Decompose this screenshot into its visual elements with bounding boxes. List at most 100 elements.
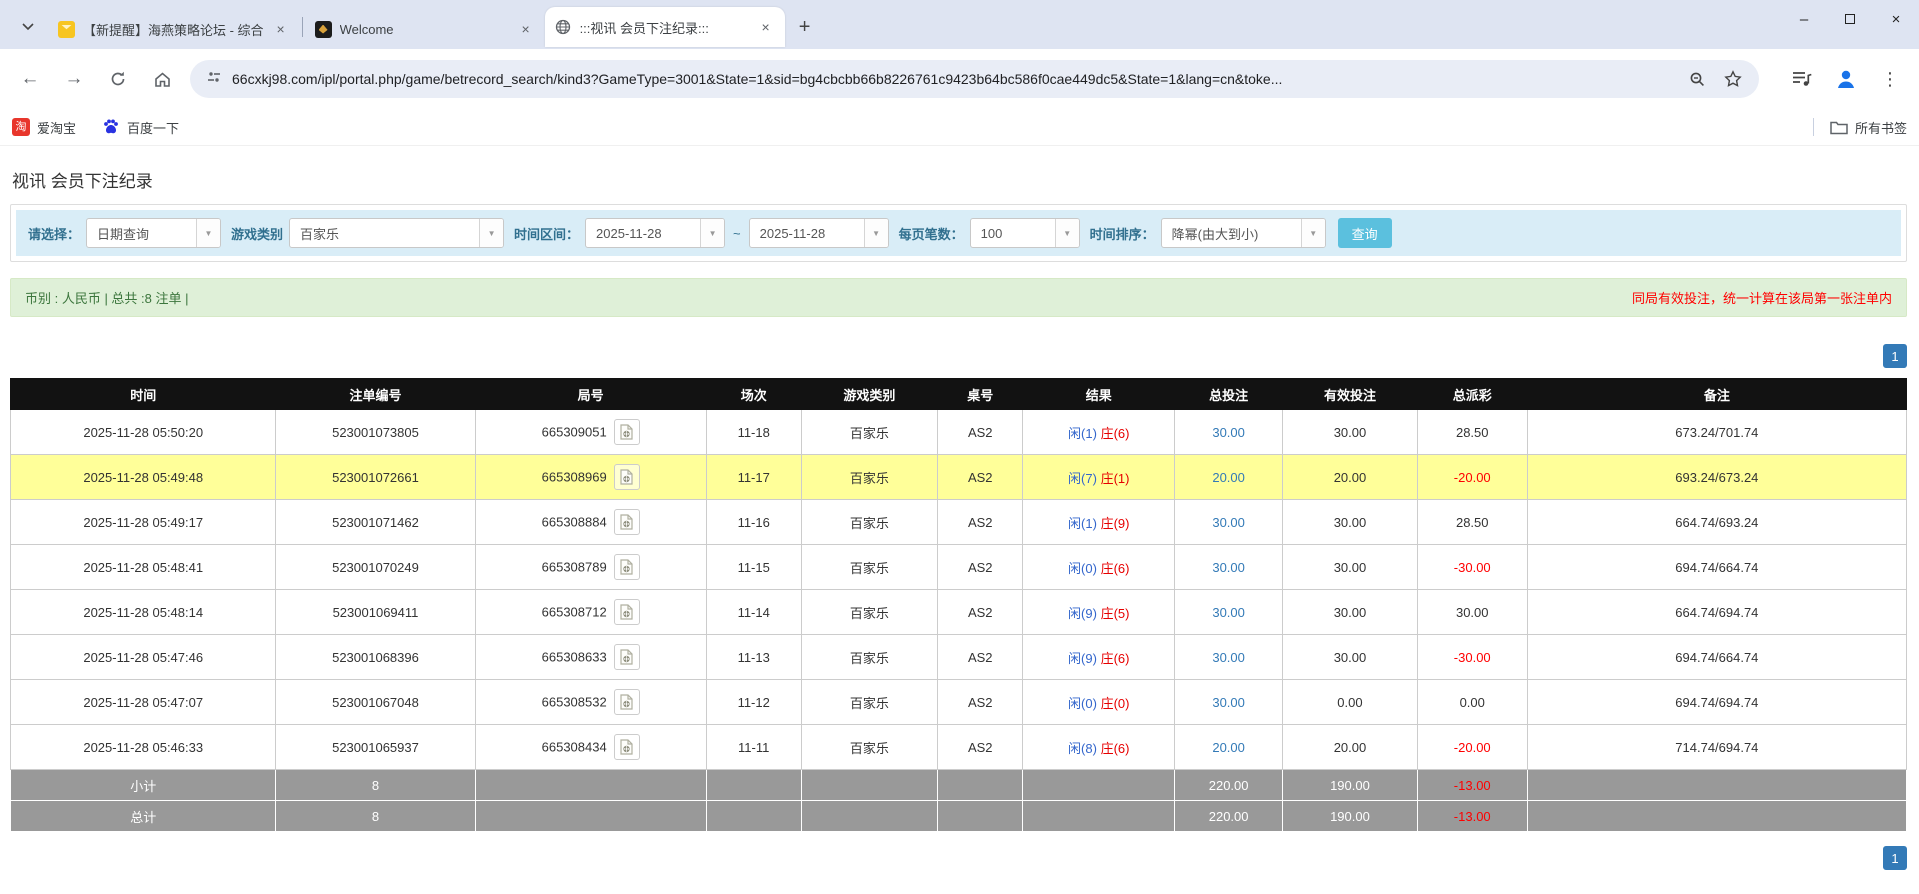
summary-bar: 币别 : 人民币 | 总共 :8 注单 | 同局有效投注，统一计算在该局第一张注… [10,278,1907,317]
bet-records-table: 时间 注单编号 局号 场次 游戏类别 桌号 结果 总投注 有效投注 总派彩 备注… [9,378,1908,832]
reload-icon[interactable] [102,63,134,95]
video-replay-icon[interactable] [613,689,640,715]
round-id: 665308633 [541,649,607,665]
chevron-down-icon: ▼ [863,219,888,247]
bookmark-baidu[interactable]: 百度一下 [102,118,179,137]
home-icon[interactable] [146,63,178,95]
video-replay-icon[interactable] [613,599,640,625]
total-bet-link[interactable]: 30.00 [1174,499,1284,545]
tab-search-chevron-icon[interactable] [14,13,42,41]
kebab-menu-icon[interactable]: ⋮ [1875,64,1905,94]
video-replay-icon[interactable] [613,419,640,445]
per-page-label: 每页笔数： [898,226,964,242]
round-id: 665308789 [541,559,607,575]
total-bet-link[interactable]: 30.00 [1174,544,1284,590]
tab-close-icon[interactable]: × [517,20,535,38]
pagination-bottom: 1 [10,846,1907,870]
tab-welcome[interactable]: Welcome × [305,11,545,47]
site-info-icon[interactable] [206,69,222,90]
result-banker: 庄(1) [1100,470,1130,486]
cell-note: 664.74/694.74 [1526,589,1908,635]
url-text[interactable]: 66cxkj98.com/ipl/portal.php/game/betreco… [232,71,1675,87]
total-bet-link[interactable]: 20.00 [1174,454,1284,500]
cell-valid-bet: 0.00 [1282,679,1418,725]
game-type-select[interactable]: 百家乐 ▼ [289,218,505,248]
cell-game-type: 百家乐 [800,589,939,635]
cell-round-id: 665308969 [474,454,707,500]
search-button[interactable]: 查询 [1337,218,1392,248]
video-replay-icon[interactable] [613,644,640,670]
cell-round-id: 665309051 [474,409,707,455]
tab-title: :::视讯 会员下注纪录::: [579,20,709,36]
close-button[interactable]: × [1873,0,1919,38]
tab-separator [301,17,303,37]
video-replay-icon[interactable] [613,464,640,490]
address-bar[interactable]: 66cxkj98.com/ipl/portal.php/game/betreco… [190,60,1759,98]
total-bet-link[interactable]: 30.00 [1174,679,1284,725]
time-range-label: 时间区间： [514,226,580,242]
page-1-button[interactable]: 1 [1883,846,1907,870]
minimize-button[interactable]: – [1781,0,1827,38]
total-bet-link[interactable]: 20.00 [1174,724,1284,770]
video-replay-icon[interactable] [613,509,640,535]
query-type-label: 请选择： [28,226,81,242]
video-replay-icon[interactable] [613,554,640,580]
header-game-type: 游戏类别 [800,378,939,410]
video-replay-icon[interactable] [613,734,640,760]
cell-round-id: 665308532 [474,679,707,725]
tab-close-icon[interactable]: × [272,20,290,38]
baidu-paw-icon [102,118,120,136]
bookmark-star-icon[interactable] [1719,65,1747,93]
page-1-button[interactable]: 1 [1883,344,1907,368]
chevron-down-icon: ▼ [479,219,504,247]
total-bet-link[interactable]: 30.00 [1174,634,1284,680]
bookmark-taobao[interactable]: 淘 爱淘宝 [12,118,76,137]
round-id: 665308969 [541,469,607,485]
window-controls: – × [1781,0,1919,38]
back-icon[interactable]: ← [14,63,46,95]
zoom-icon[interactable] [1683,65,1711,93]
cell-time: 2025-11-28 05:48:14 [9,589,277,635]
cell-session: 11-16 [705,499,802,545]
cell-result: 闲(1) 庄(6) [1022,409,1176,455]
cell-note: 664.74/693.24 [1526,499,1908,545]
result-banker: 庄(6) [1100,560,1130,576]
result-player: 闲(1) [1068,425,1097,441]
tab-forum[interactable]: 【新提醒】海燕策略论坛 - 综合 × [48,11,300,47]
total-count: 8 [275,800,476,832]
date-to-select[interactable]: 2025-11-28 ▼ [748,218,889,248]
cell-valid-bet: 30.00 [1282,634,1418,680]
cell-result: 闲(8) 庄(6) [1022,724,1176,770]
sort-select[interactable]: 降幂(由大到小) ▼ [1160,218,1326,248]
total-label: 总计 [9,800,277,832]
cell-note: 694.74/694.74 [1526,679,1908,725]
total-bet-link[interactable]: 30.00 [1174,589,1284,635]
maximize-button[interactable] [1827,0,1873,38]
table-row: 2025-11-28 05:50:20 523001073805 6653090… [9,409,1908,455]
cell-game-type: 百家乐 [800,499,939,545]
cell-time: 2025-11-28 05:49:17 [9,499,277,545]
chevron-down-icon: ▼ [1300,219,1325,247]
total-bet-link[interactable]: 30.00 [1174,409,1284,455]
filter-panel: 请选择： 日期查询 ▼ 游戏类别 百家乐 ▼ 时间区间： 2025-11-28 … [10,204,1907,262]
date-from-select[interactable]: 2025-11-28 ▼ [585,218,726,248]
subtotal-row: 小计 8 220.00 190.00 -13.00 [9,769,1908,801]
cell-session: 11-11 [705,724,802,770]
cell-bet-id: 523001070249 [275,544,476,590]
cell-table-no: AS2 [937,724,1024,770]
browser-toolbar: ← → 66cxkj98.com/ipl/portal.php/game/bet… [0,49,1919,109]
query-type-select[interactable]: 日期查询 ▼ [86,218,222,248]
new-tab-button[interactable]: + [791,13,819,41]
media-controls-icon[interactable] [1787,64,1817,94]
profile-avatar-icon[interactable] [1831,64,1861,94]
per-page-select[interactable]: 100 ▼ [969,218,1080,248]
table-row: 2025-11-28 05:47:46 523001068396 6653086… [9,634,1908,680]
cell-result: 闲(7) 庄(1) [1022,454,1176,500]
cell-session: 11-14 [705,589,802,635]
cell-table-no: AS2 [937,454,1024,500]
forward-icon[interactable]: → [58,63,90,95]
tab-bet-records-active[interactable]: :::视讯 会员下注纪录::: × [544,7,785,47]
cell-note: 673.24/701.74 [1526,409,1908,455]
tab-close-icon[interactable]: × [757,18,775,36]
all-bookmarks-button[interactable]: 所有书签 [1830,118,1907,137]
